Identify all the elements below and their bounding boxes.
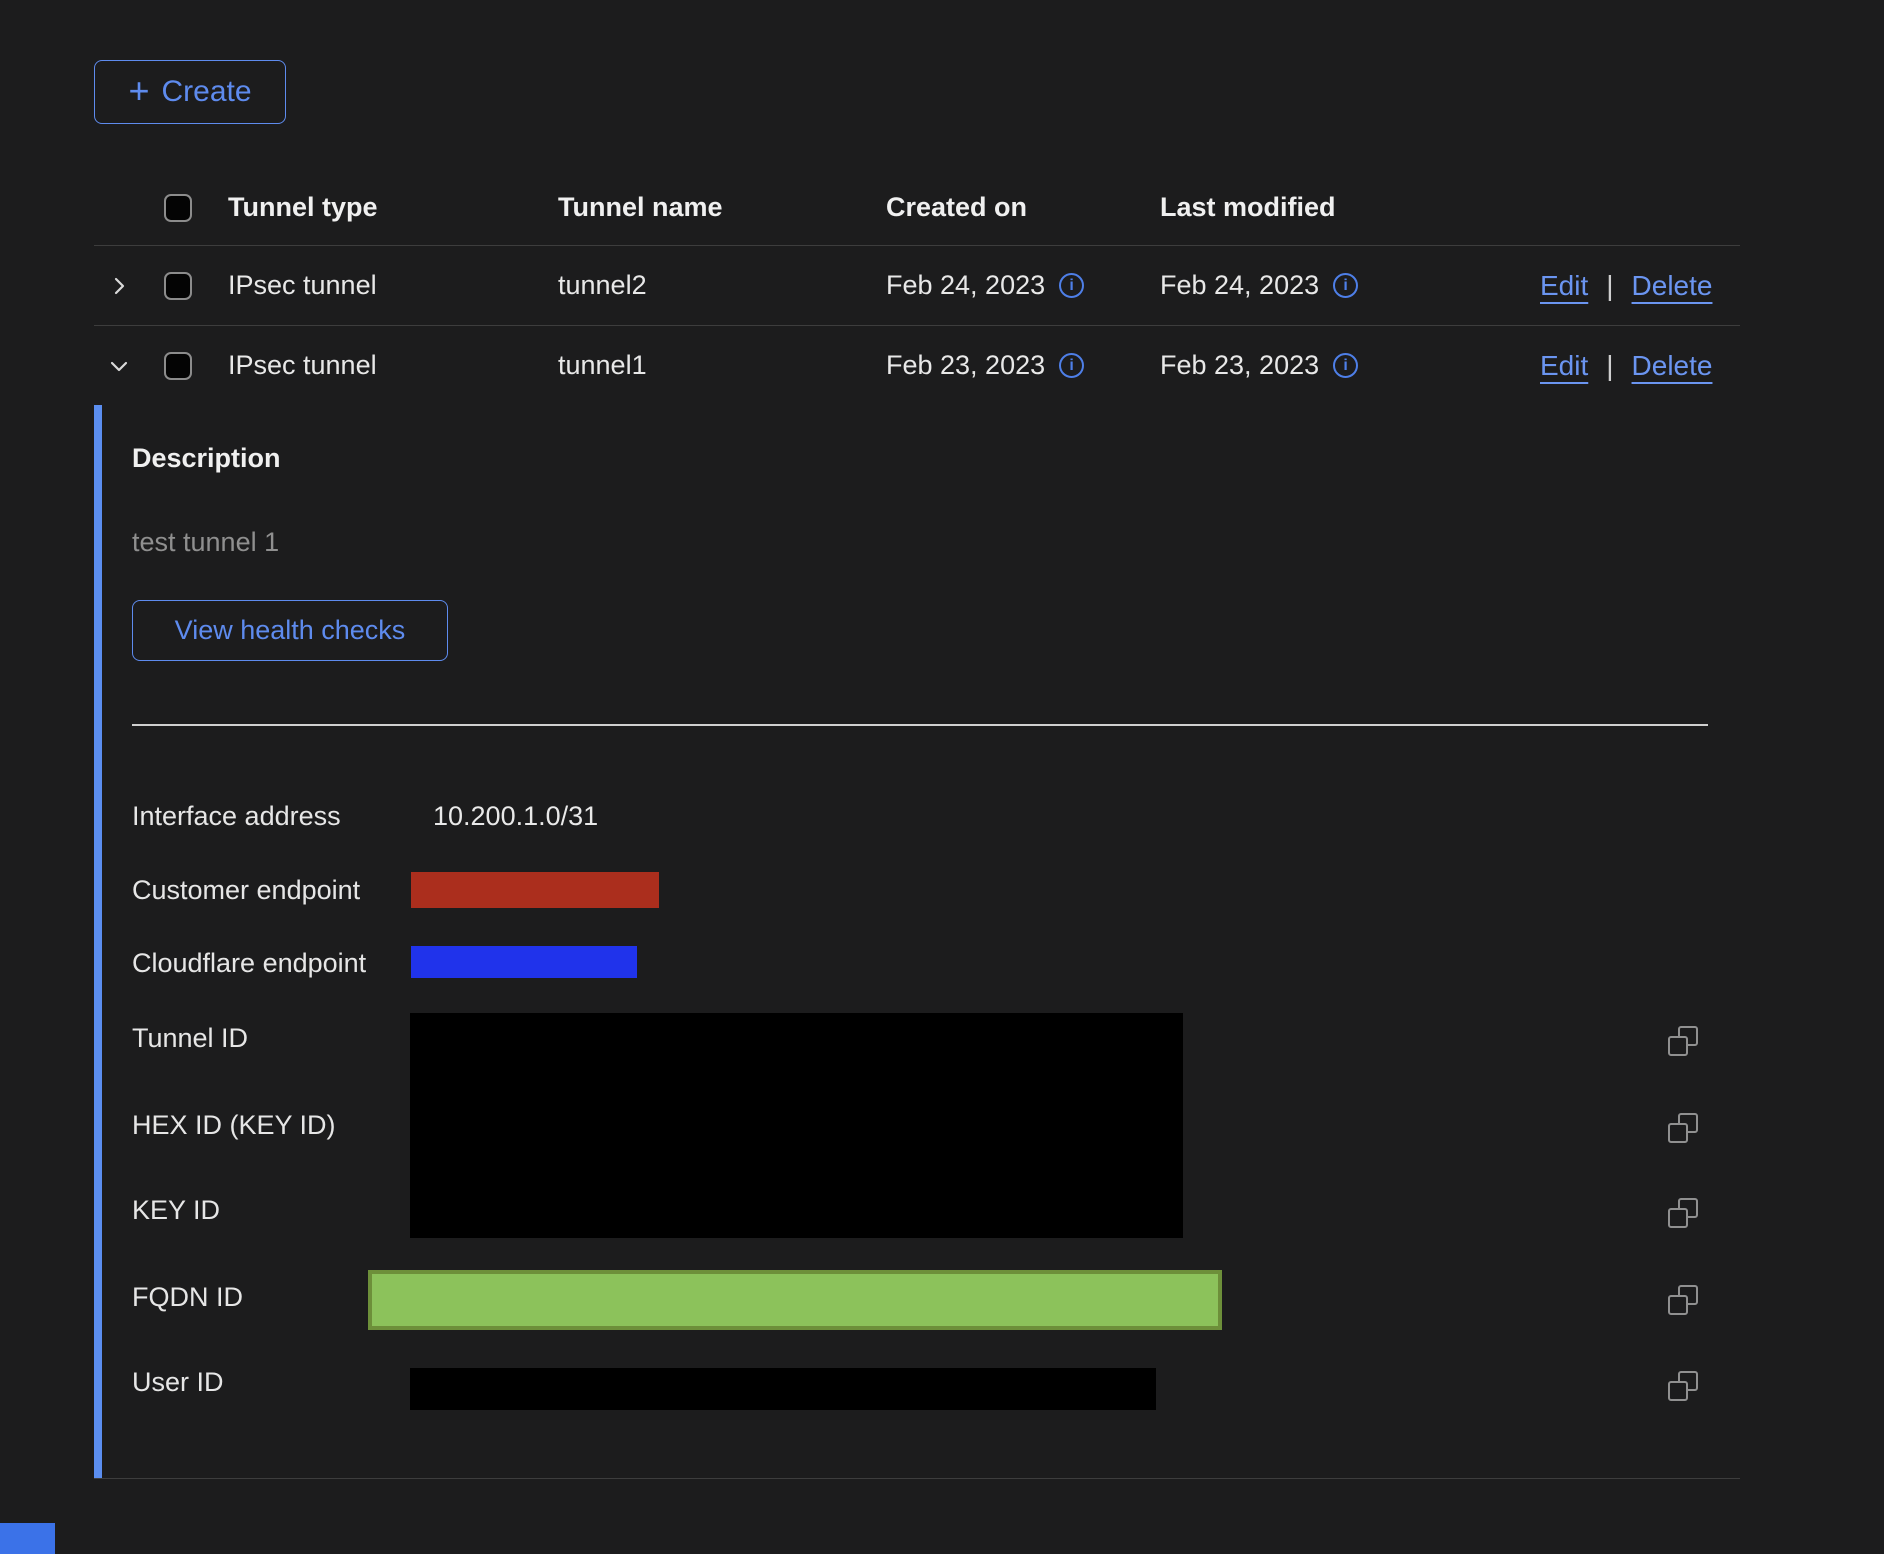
ids-redaction-block [410, 1013, 1183, 1238]
actions-separator: | [1606, 270, 1613, 302]
table-row: IPsec tunnel tunnel2 Feb 24, 2023 i Feb … [94, 246, 1740, 326]
table-row: IPsec tunnel tunnel1 Feb 23, 2023 i Feb … [94, 326, 1740, 405]
tunnel-type-cell: IPsec tunnel [228, 270, 558, 301]
section-divider [132, 724, 1708, 726]
copy-icon[interactable] [1668, 1371, 1698, 1401]
row-checkbox[interactable] [164, 272, 192, 300]
cloudflare-endpoint-redaction-block [411, 946, 637, 978]
corner-blue-block [0, 1523, 55, 1554]
plus-icon: + [128, 73, 149, 109]
info-icon[interactable]: i [1333, 273, 1358, 298]
fqdn-id-redaction-block [368, 1270, 1222, 1330]
tunnel-id-label: Tunnel ID [132, 1022, 248, 1054]
header-tunnel-name: Tunnel name [558, 192, 886, 223]
create-button[interactable]: + Create [94, 60, 286, 124]
tunnel-type-cell: IPsec tunnel [228, 350, 558, 381]
delete-link[interactable]: Delete [1632, 270, 1713, 302]
header-tunnel-type: Tunnel type [228, 192, 558, 223]
last-modified-cell: Feb 23, 2023 [1160, 350, 1319, 381]
edit-link[interactable]: Edit [1540, 350, 1588, 382]
copy-icon[interactable] [1668, 1113, 1698, 1143]
description-value: test tunnel 1 [132, 526, 279, 558]
copy-icon[interactable] [1668, 1026, 1698, 1056]
view-health-checks-button[interactable]: View health checks [132, 600, 448, 661]
customer-endpoint-redaction-block [411, 872, 659, 908]
last-modified-cell: Feb 24, 2023 [1160, 270, 1319, 301]
copy-icon[interactable] [1668, 1285, 1698, 1315]
user-id-label: User ID [132, 1366, 224, 1398]
info-icon[interactable]: i [1333, 353, 1358, 378]
created-on-cell: Feb 24, 2023 [886, 270, 1045, 301]
create-button-label: Create [161, 75, 251, 109]
hex-id-label: HEX ID (KEY ID) [132, 1109, 336, 1141]
chevron-down-icon[interactable] [104, 351, 134, 381]
tunnel-name-cell: tunnel1 [558, 350, 886, 381]
actions-separator: | [1606, 350, 1613, 382]
header-last-modified: Last modified [1160, 192, 1540, 223]
interface-address-value: 10.200.1.0/31 [433, 800, 598, 832]
created-on-cell: Feb 23, 2023 [886, 350, 1045, 381]
panel-bottom-border [94, 1478, 1740, 1479]
user-id-redaction-block [410, 1368, 1156, 1410]
ipsec-tunnels-page: + Create Tunnel type Tunnel name Created… [0, 0, 1884, 1554]
interface-address-label: Interface address [132, 800, 341, 832]
key-id-label: KEY ID [132, 1194, 220, 1226]
info-icon[interactable]: i [1059, 353, 1084, 378]
edit-link[interactable]: Edit [1540, 270, 1588, 302]
select-all-checkbox[interactable] [164, 194, 192, 222]
row-checkbox[interactable] [164, 352, 192, 380]
fqdn-id-label: FQDN ID [132, 1281, 243, 1313]
description-label: Description [132, 442, 281, 474]
table-header-row: Tunnel type Tunnel name Created on Last … [94, 170, 1740, 246]
info-icon[interactable]: i [1059, 273, 1084, 298]
header-created-on: Created on [886, 192, 1160, 223]
copy-icon[interactable] [1668, 1198, 1698, 1228]
delete-link[interactable]: Delete [1632, 350, 1713, 382]
cloudflare-endpoint-label: Cloudflare endpoint [132, 947, 366, 979]
tunnel-details-panel: Description test tunnel 1 View health ch… [94, 405, 1740, 1478]
tunnel-name-cell: tunnel2 [558, 270, 886, 301]
customer-endpoint-label: Customer endpoint [132, 874, 360, 906]
chevron-right-icon[interactable] [104, 271, 134, 301]
